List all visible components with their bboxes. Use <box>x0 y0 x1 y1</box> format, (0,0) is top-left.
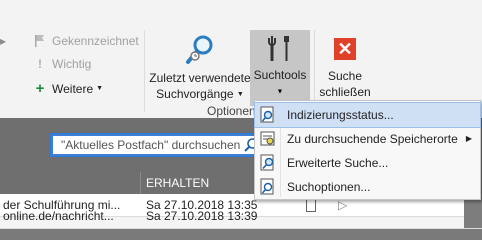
chevron-down-icon: ▼ <box>96 85 104 92</box>
flag-icon <box>35 35 44 47</box>
plus-icon: + <box>35 80 45 97</box>
category-box-icon[interactable] <box>306 199 316 212</box>
menu-item-indexing-status[interactable]: Indizierungsstatus... <box>254 102 481 128</box>
close-search-label-2: schließen <box>319 85 371 99</box>
submenu-arrow-icon: ▶ <box>465 134 472 143</box>
important-label: Wichtig <box>52 57 92 71</box>
important-icon: ! <box>38 57 42 71</box>
flagged-label: Gekennzeichnet <box>52 34 139 48</box>
menu-item-label: Suchoptionen... <box>287 180 371 194</box>
menu-item-search-locations[interactable]: Zu durchsuchende Speicherorte ▶ <box>255 127 480 151</box>
search-placeholder: "Aktuelles Postfach" durchsuchen <box>61 138 241 152</box>
ribbon-divider <box>144 30 145 112</box>
flag-flagged-button[interactable]: Gekennzeichnet <box>34 34 139 48</box>
mail-row[interactable]: online.de/nachricht... Sa 27.10.2018 13:… <box>0 211 482 229</box>
indexing-status-icon <box>260 106 274 123</box>
close-search-label-1: Suche <box>327 69 363 83</box>
left-panel-stub <box>0 118 44 172</box>
search-tools-menu: Indizierungsstatus... Zu durchsuchende S… <box>254 100 481 200</box>
menu-item-advanced-search[interactable]: Erweiterte Suche... <box>255 151 480 175</box>
more-button[interactable]: + Weitere ▼ <box>34 80 103 97</box>
chevron-down-icon: ▼ <box>276 88 284 96</box>
header-subject-column[interactable] <box>0 172 141 194</box>
tools-icon <box>268 36 289 61</box>
advanced-search-icon <box>260 154 274 171</box>
search-tools-button[interactable]: Suchtools ▼ <box>250 30 310 106</box>
received-column-label: ERHALTEN <box>146 176 210 190</box>
chevron-down-icon: ▼ <box>236 90 244 98</box>
menu-item-label: Indizierungsstatus... <box>287 108 394 122</box>
mail-subject: online.de/nachricht... <box>3 211 114 223</box>
magnifier-icon <box>186 35 213 64</box>
flag-important-button[interactable]: ! Wichtig <box>34 57 91 71</box>
more-label: Weitere <box>52 81 94 96</box>
close-icon: ✕ <box>334 38 356 60</box>
menu-item-search-options[interactable]: Suchoptionen... <box>255 175 480 199</box>
recent-searches-label-1: Zuletzt verwendete <box>149 71 251 85</box>
search-locations-icon <box>260 131 275 146</box>
mail-received: Sa 27.10.2018 13:39 <box>146 211 258 223</box>
collapsed-arrow-icon: ▸ <box>0 34 7 48</box>
search-options-icon <box>260 178 274 195</box>
menu-item-label: Zu durchsuchende Speicherorte <box>287 132 458 146</box>
recent-searches-label-2: Suchvorgänge <box>156 87 234 101</box>
search-tools-label: Suchtools <box>253 68 307 82</box>
search-input[interactable]: "Aktuelles Postfach" durchsuchen <box>50 133 264 157</box>
menu-item-label: Erweiterte Suche... <box>287 156 389 170</box>
close-search-button[interactable]: ✕ Suche schließen <box>318 30 372 106</box>
group-options-label: Optionen <box>207 104 256 118</box>
recent-searches-button[interactable]: Zuletzt verwendete Suchvorgänge ▼ <box>148 30 252 106</box>
